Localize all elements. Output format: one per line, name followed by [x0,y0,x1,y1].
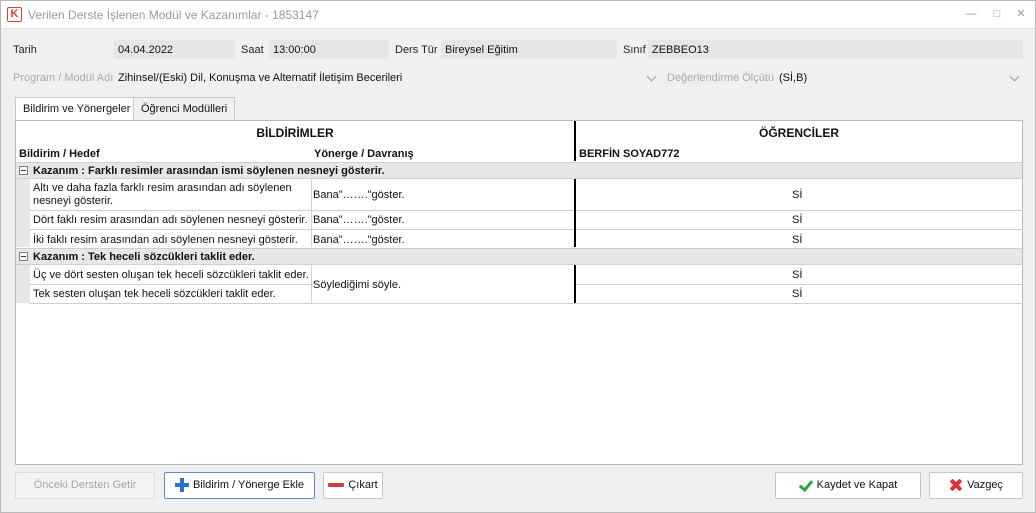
criterion-label: Değerlendirme Ölçütü [667,72,774,84]
statement-cell[interactable]: Üç ve dört sesten oluşan tek heceli sözc… [33,269,309,282]
chevron-down-icon [646,71,657,82]
window-title: Verilen Derste İşlenen Modül ve Kazanıml… [28,8,319,22]
row-divider [30,303,1022,304]
cancel-button[interactable]: Vazgeç [929,472,1023,499]
student-value-cell[interactable]: Sİ [792,269,802,282]
statement-cell[interactable]: Dört faklı resim arasından adı söylenen … [33,214,308,227]
save-close-label: Kaydet ve Kapat [816,479,898,491]
directive-cell[interactable]: Bana"……."göster. [313,214,405,227]
lesson-type-field[interactable]: Bireysel Eğitim [441,40,617,59]
date-field[interactable]: 04.04.2022 [114,40,235,59]
directive-cell[interactable]: Bana"……."göster. [313,234,405,247]
group-title: Kazanım : Tek heceli sözcükleri taklit e… [33,251,255,263]
student-value-cell[interactable]: Sİ [792,214,802,227]
add-directive-button[interactable]: Bildirim / Yönerge Ekle [164,472,315,499]
group-indent [16,179,30,247]
statement-cell[interactable]: İki faklı resim arasından adı söylenen n… [33,234,298,247]
previous-lesson-label: Önceki Dersten Getir [33,479,137,491]
remove-button[interactable]: Çıkart [323,472,383,499]
class-label: Sınıf [623,44,646,56]
program-select-value: Zihinsel/(Eski) Dil, Konuşma ve Alternat… [118,72,403,84]
row-divider [30,229,1022,230]
tab-notifications-directives[interactable]: Bildirim ve Yönergeler [15,97,139,121]
group-title: Kazanım : Farklı resimler arasından ismi… [33,165,385,177]
tab-student-modules[interactable]: Öğrenci Modülleri [133,97,236,120]
program-label: Program / Modül Adı [13,72,114,84]
previous-lesson-button[interactable]: Önceki Dersten Getir [15,472,155,499]
notifications-grid: BİLDİRİMLER ÖĞRENCİLER Bildirim / Hedef … [15,120,1023,465]
title-bar: K Verilen Derste İşlenen Modül ve Kazanı… [1,1,1035,29]
student-value-cell[interactable]: Sİ [792,234,802,247]
group-row-1[interactable]: Kazanım : Farklı resimler arasından ismi… [16,162,1022,179]
band-header-students: ÖĞRENCİLER [758,126,839,140]
band-separator [574,121,576,161]
minus-icon [328,483,345,488]
class-field[interactable]: ZEBBEO13 [648,40,1023,59]
directive-cell-merged[interactable]: Söylediğimi söyle. [313,279,401,292]
close-icon [949,478,963,492]
column-header-student[interactable]: BERFİN SOYAD772 [579,148,679,160]
plus-icon [174,478,189,493]
save-close-button[interactable]: Kaydet ve Kapat [775,472,921,499]
collapse-icon[interactable] [19,166,28,175]
minimize-button[interactable]: — [959,5,983,23]
band-header-notifications: BİLDİRİMLER [256,126,334,140]
app-logo-icon: K [7,7,22,22]
column-header-directive[interactable]: Yönerge / Davranış [314,148,414,160]
criterion-select[interactable]: (Sİ,B) [775,68,1023,87]
program-select[interactable]: Zihinsel/(Eski) Dil, Konuşma ve Alternat… [114,68,660,87]
close-button[interactable]: ✕ [1009,5,1033,23]
lesson-type-label: Ders Tür [395,44,438,56]
group-row-2[interactable]: Kazanım : Tek heceli sözcükleri taklit e… [16,248,1022,265]
group-indent [16,265,30,303]
directive-cell[interactable]: Bana"……."göster. [313,189,405,202]
cancel-label: Vazgeç [967,479,1003,491]
row-divider [30,284,311,285]
date-label: Tarih [13,44,37,56]
statement-cell[interactable]: Altı ve daha fazla farklı resim arasında… [33,182,309,208]
student-value-cell[interactable]: Sİ [792,288,802,301]
check-icon [799,479,813,491]
maximize-button[interactable]: □ [985,5,1009,23]
criterion-select-value: (Sİ,B) [779,72,808,84]
band-separator [574,179,576,247]
student-value-cell[interactable]: Sİ [792,189,802,202]
column-divider [311,265,312,303]
chevron-down-icon [1009,71,1020,82]
statement-cell[interactable]: Tek sesten oluşan tek heceli sözcükleri … [33,288,276,301]
row-divider [575,284,1022,285]
collapse-icon[interactable] [19,252,28,261]
add-directive-label: Bildirim / Yönerge Ekle [192,479,305,491]
column-divider [311,179,312,247]
row-divider [30,210,1022,211]
remove-label: Çıkart [348,479,378,491]
band-separator [574,265,576,303]
dialog-window: K Verilen Derste İşlenen Modül ve Kazanı… [0,0,1036,513]
time-label: Saat [241,44,264,56]
time-field[interactable]: 13:00:00 [269,40,389,59]
column-header-statement[interactable]: Bildirim / Hedef [19,148,100,160]
